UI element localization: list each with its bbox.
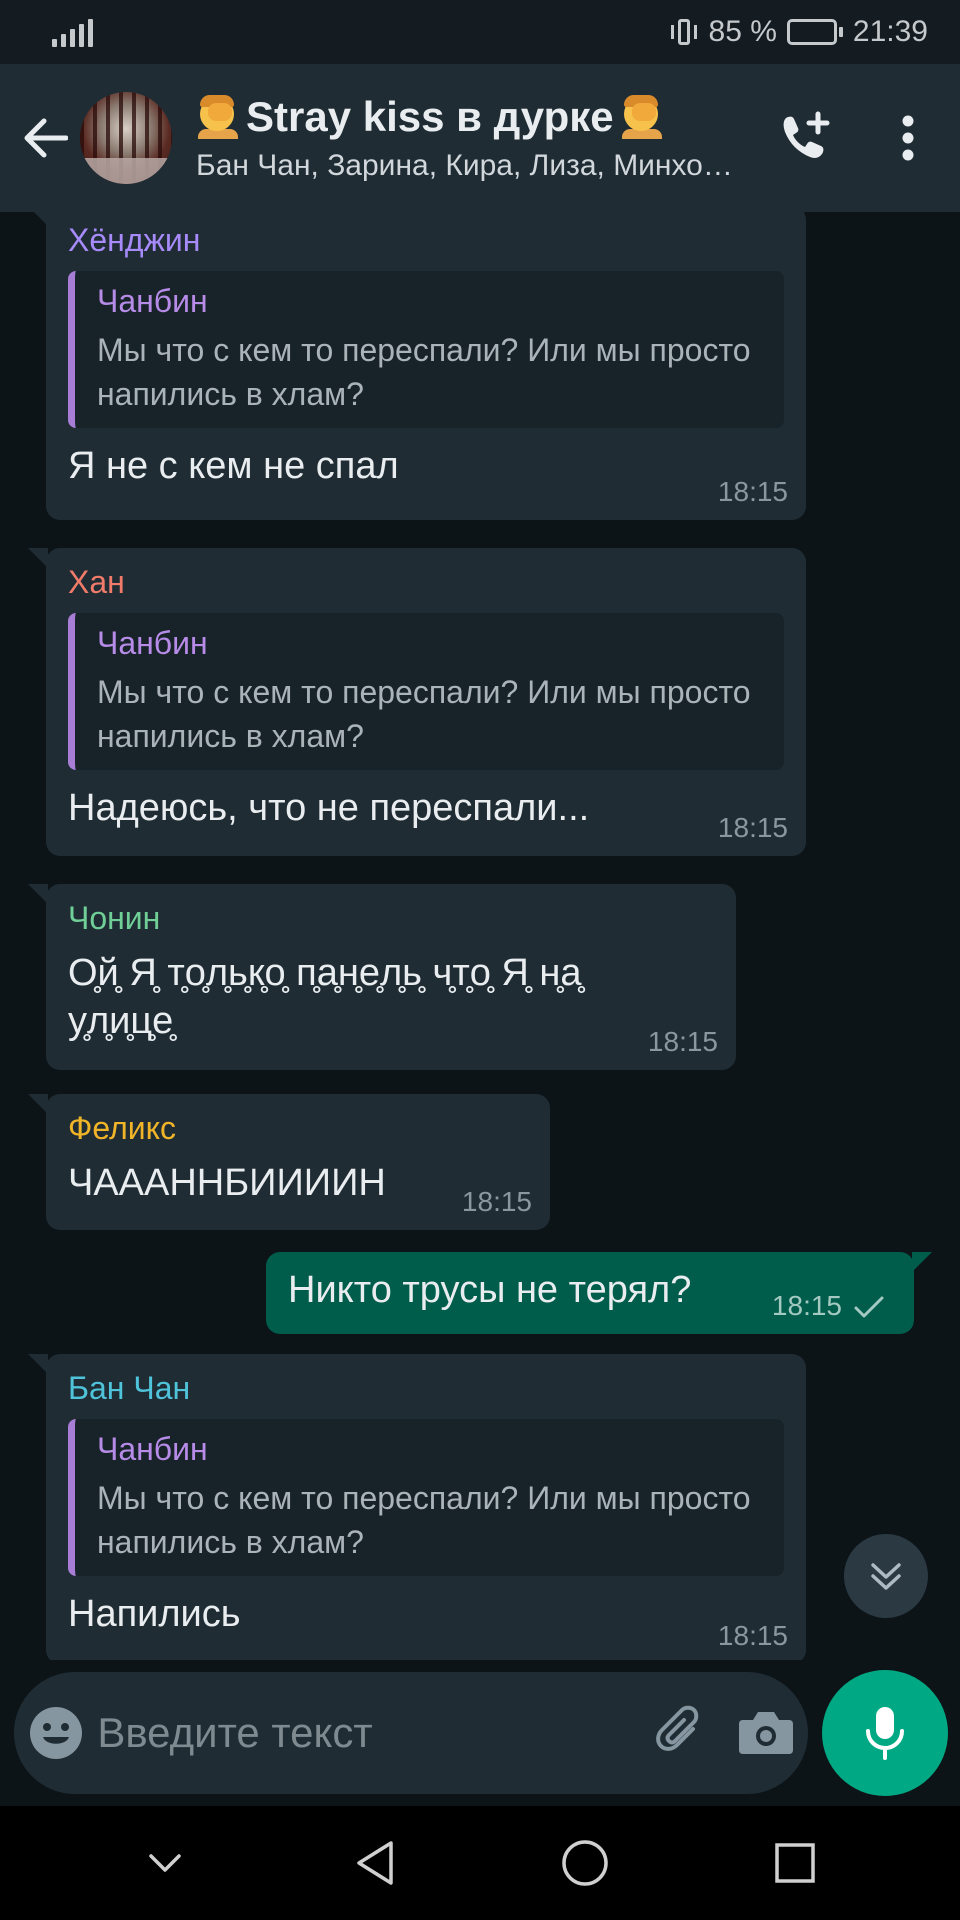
system-navigation-bar [0, 1806, 960, 1920]
clock: 21:39 [852, 15, 928, 48]
quote-author: Чанбин [97, 625, 208, 661]
outgoing-message-bubble[interactable]: Никто трусы не терял? 18:15 [266, 1252, 932, 1334]
message-time: 18:15 [647, 1026, 718, 1057]
message-time: 18:15 [717, 812, 788, 843]
message-bubble[interactable]: Хёнджин Чанбин Мы что с кем то переспали… [28, 212, 806, 520]
group-avatar[interactable] [80, 92, 172, 184]
quote-text: Мы что с кем то переспали? Или мы просто… [97, 674, 751, 754]
quote-author: Чанбин [97, 1431, 208, 1467]
sender-name: Бан Чан [68, 1370, 191, 1406]
battery-percent: 85 % [708, 15, 777, 48]
camera-icon[interactable] [723, 1672, 808, 1794]
message-time: 18:15 [461, 1186, 532, 1217]
sender-name: Хан [68, 564, 125, 600]
message-composer [14, 1672, 808, 1794]
message-time: 18:15 [717, 476, 788, 507]
sender-name: Феликс [68, 1110, 176, 1146]
message-bubble[interactable]: Хан Чанбин Мы что с кем то переспали? Ил… [28, 548, 806, 856]
chat-title: Stray kiss в дурке [196, 93, 752, 141]
attach-icon[interactable] [638, 1672, 723, 1794]
message-text: ЧААAННБИИИИН [68, 1162, 386, 1204]
recents-nav-icon[interactable] [745, 1813, 845, 1913]
facepalm-emoji-icon [620, 95, 664, 139]
message-time: 18:15 [771, 1290, 842, 1321]
quote-text: Мы что с кем то переспали? Или мы просто… [97, 332, 751, 412]
mic-button[interactable] [822, 1670, 948, 1796]
message-text: Надеюсь, что не переспали... [68, 787, 590, 829]
more-vert-icon[interactable] [856, 64, 960, 212]
message-text: Я не с кем не спал [68, 445, 399, 487]
double-chevron-down-icon [871, 1563, 901, 1590]
sender-name: Хёнджин [68, 222, 201, 258]
message-time: 18:15 [717, 1620, 788, 1651]
message-bubble[interactable]: Чонин О̥й̥ Я̥ т̥о̥л̥ь̥к̥о̥ п̥а̥н̥е̥л̥ь̥ … [28, 884, 736, 1070]
facepalm-emoji-icon [196, 95, 240, 139]
chat-members: Бан Чан, Зарина, Кира, Лиза, Минхо, Сынм… [196, 149, 736, 182]
battery-icon [786, 19, 843, 45]
message-bubble[interactable]: Феликс ЧААAННБИИИИН 18:15 [28, 1094, 550, 1230]
vibrate-icon [669, 17, 699, 47]
message-bubble[interactable]: Бан Чан Чанбин Мы что с кем то переспали… [28, 1354, 806, 1660]
message-text: О̥й̥ Я̥ т̥о̥л̥ь̥к̥о̥ п̥а̥н̥е̥л̥ь̥ ч̥т̥о̥… [68, 952, 582, 1042]
message-input[interactable] [97, 1672, 639, 1794]
quote-text: Мы что с кем то переспали? Или мы просто… [97, 1480, 751, 1560]
home-nav-icon[interactable] [535, 1813, 635, 1913]
emoji-icon[interactable] [14, 1672, 97, 1794]
quoted-message[interactable]: Чанбин Мы что с кем то переспали? Или мы… [68, 1419, 784, 1576]
signal-icon [52, 17, 93, 47]
chat-header: Stray kiss в дурке Бан Чан, Зарина, Кира… [0, 64, 960, 212]
scroll-to-bottom-button[interactable] [844, 1534, 928, 1618]
chat-title-block[interactable]: Stray kiss в дурке Бан Чан, Зарина, Кира… [196, 93, 752, 183]
quoted-message[interactable]: Чанбин Мы что с кем то переспали? Или мы… [68, 271, 784, 428]
quote-author: Чанбин [97, 283, 208, 319]
back-arrow-icon[interactable] [0, 64, 84, 212]
chat-title-text: Stray kiss в дурке [246, 93, 614, 140]
whatsapp-chat-screen: 85 % 21:39 Stray kiss в дурке Бан Чан, З… [0, 0, 960, 1920]
sender-name: Чонин [68, 900, 161, 936]
add-call-icon[interactable] [752, 64, 856, 212]
sent-check-icon [854, 1296, 884, 1318]
hide-nav-icon[interactable] [115, 1813, 215, 1913]
mic-icon [866, 1707, 904, 1760]
back-nav-icon[interactable] [325, 1813, 425, 1913]
message-list[interactable]: Хёнджин Чанбин Мы что с кем то переспали… [0, 212, 960, 1660]
quoted-message[interactable]: Чанбин Мы что с кем то переспали? Или мы… [68, 613, 784, 770]
status-bar: 85 % 21:39 [0, 0, 960, 64]
message-text: Напились [68, 1593, 241, 1635]
